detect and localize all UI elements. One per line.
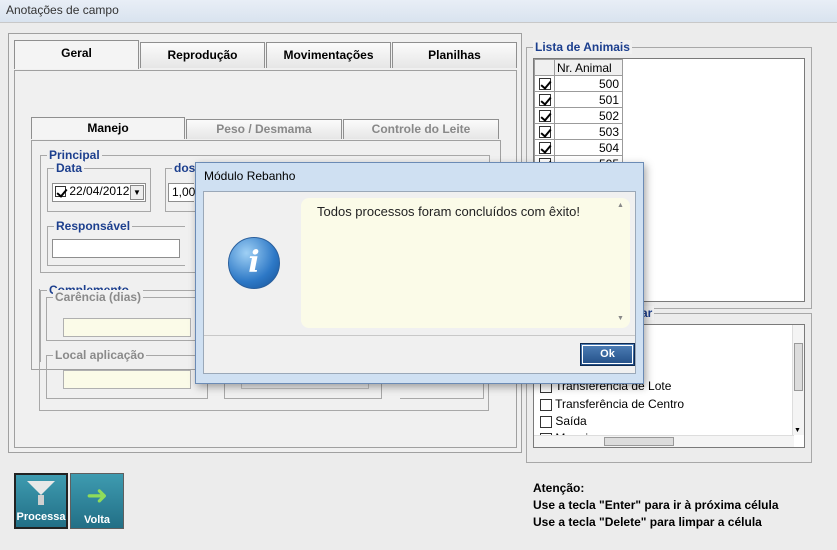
local-label: Local aplicação xyxy=(53,348,147,362)
tab-reproducao[interactable]: Reprodução xyxy=(140,42,265,68)
date-value: 22/04/2012 xyxy=(69,184,130,198)
volta-button[interactable]: ➜ Volta xyxy=(70,473,124,529)
responsavel-group: Responsável xyxy=(47,219,185,266)
table-row[interactable]: 504 xyxy=(534,139,623,156)
item-checkbox[interactable] xyxy=(540,415,552,428)
tab-manejo[interactable]: Manejo xyxy=(31,117,185,139)
row-checkbox[interactable] xyxy=(538,126,551,139)
local-field[interactable] xyxy=(63,370,191,389)
data-group: Data 22/04/2012 ▼ xyxy=(47,161,151,212)
dialog-message-box: Todos processos foram concluídos com êxi… xyxy=(301,198,630,328)
dose-group: dos 1,00 xyxy=(165,161,198,212)
lista-animais-label: Lista de Animais xyxy=(533,40,632,54)
responsavel-field[interactable] xyxy=(52,239,180,258)
date-picker[interactable]: 22/04/2012 ▼ xyxy=(52,183,146,202)
hint-title: Atenção: xyxy=(533,481,585,495)
message-scrollbar[interactable]: ▲ ▼ xyxy=(616,202,628,322)
sub-tabs: Manejo Peso / Desmama Controle do Leite xyxy=(31,117,503,141)
carencia-field[interactable] xyxy=(63,318,191,337)
table-header: Nr. Animal xyxy=(534,59,623,76)
tab-controle-leite[interactable]: Controle do Leite xyxy=(343,119,499,139)
tab-geral[interactable]: Geral xyxy=(14,40,139,69)
table-row[interactable]: 503 xyxy=(534,123,623,140)
tab-peso-desmama[interactable]: Peso / Desmama xyxy=(186,119,342,139)
row-checkbox[interactable] xyxy=(538,110,551,123)
dialog-title: Módulo Rebanho xyxy=(204,169,296,183)
table-row[interactable]: 500 xyxy=(534,75,623,92)
chevron-down-icon[interactable]: ▼ xyxy=(617,315,624,322)
table-row[interactable]: 502 xyxy=(534,107,623,124)
list-item[interactable]: Transferência de Centro xyxy=(540,397,684,411)
window-titlebar: Anotações de campo xyxy=(0,0,837,22)
column-nr-animal: Nr. Animal xyxy=(554,59,623,76)
funnel-icon xyxy=(27,481,55,505)
divider xyxy=(204,335,635,336)
dose-label: dos xyxy=(172,161,198,175)
animals-table: Nr. Animal 500 501 502 503 504 505 xyxy=(534,59,623,172)
dialog-body: i Todos processos foram concluídos com ê… xyxy=(203,191,636,374)
row-checkbox[interactable] xyxy=(538,78,551,91)
window-title: Anotações de campo xyxy=(6,3,119,17)
vertical-scrollbar[interactable]: ▼ xyxy=(792,325,804,435)
chevron-down-icon[interactable]: ▼ xyxy=(794,427,801,434)
processa-button[interactable]: Processa xyxy=(14,473,68,529)
principal-label: Principal xyxy=(47,148,102,162)
local-group: Local aplicação xyxy=(46,348,208,399)
hint-enter: Use a tecla "Enter" para ir à próxima cé… xyxy=(533,498,779,512)
chevron-up-icon[interactable]: ▲ xyxy=(617,202,624,209)
main-tabs: Geral Reprodução Movimentações Planilhas xyxy=(14,40,519,70)
horizontal-scrollbar[interactable] xyxy=(534,435,794,447)
tab-planilhas[interactable]: Planilhas xyxy=(392,42,517,68)
responsavel-label: Responsável xyxy=(54,219,133,233)
list-item[interactable]: Saída xyxy=(540,414,587,428)
carencia-label: Carência (dias) xyxy=(53,290,144,304)
chevron-down-icon[interactable]: ▼ xyxy=(130,185,144,200)
item-checkbox[interactable] xyxy=(540,398,552,411)
arrow-right-icon: ➜ xyxy=(86,480,108,510)
ok-button[interactable]: Ok xyxy=(580,343,635,366)
info-icon: i xyxy=(228,237,280,289)
table-row[interactable]: 501 xyxy=(534,91,623,108)
row-checkbox[interactable] xyxy=(538,94,551,107)
message-dialog: Módulo Rebanho i Todos processos foram c… xyxy=(195,162,644,384)
tab-movimentacoes[interactable]: Movimentações xyxy=(266,42,391,68)
date-enable-checkbox[interactable] xyxy=(55,186,66,198)
dialog-message: Todos processos foram concluídos com êxi… xyxy=(317,204,581,219)
row-checkbox[interactable] xyxy=(538,142,551,155)
hint-delete: Use a tecla "Delete" para limpar a célul… xyxy=(533,515,762,529)
scroll-thumb-h[interactable] xyxy=(604,437,674,446)
scroll-thumb[interactable] xyxy=(794,343,803,391)
dose-field[interactable]: 1,00 xyxy=(168,183,195,202)
data-label: Data xyxy=(54,161,85,175)
carencia-group: Carência (dias) xyxy=(46,290,196,341)
bottom-bar: Processa ➜ Volta xyxy=(8,463,524,535)
